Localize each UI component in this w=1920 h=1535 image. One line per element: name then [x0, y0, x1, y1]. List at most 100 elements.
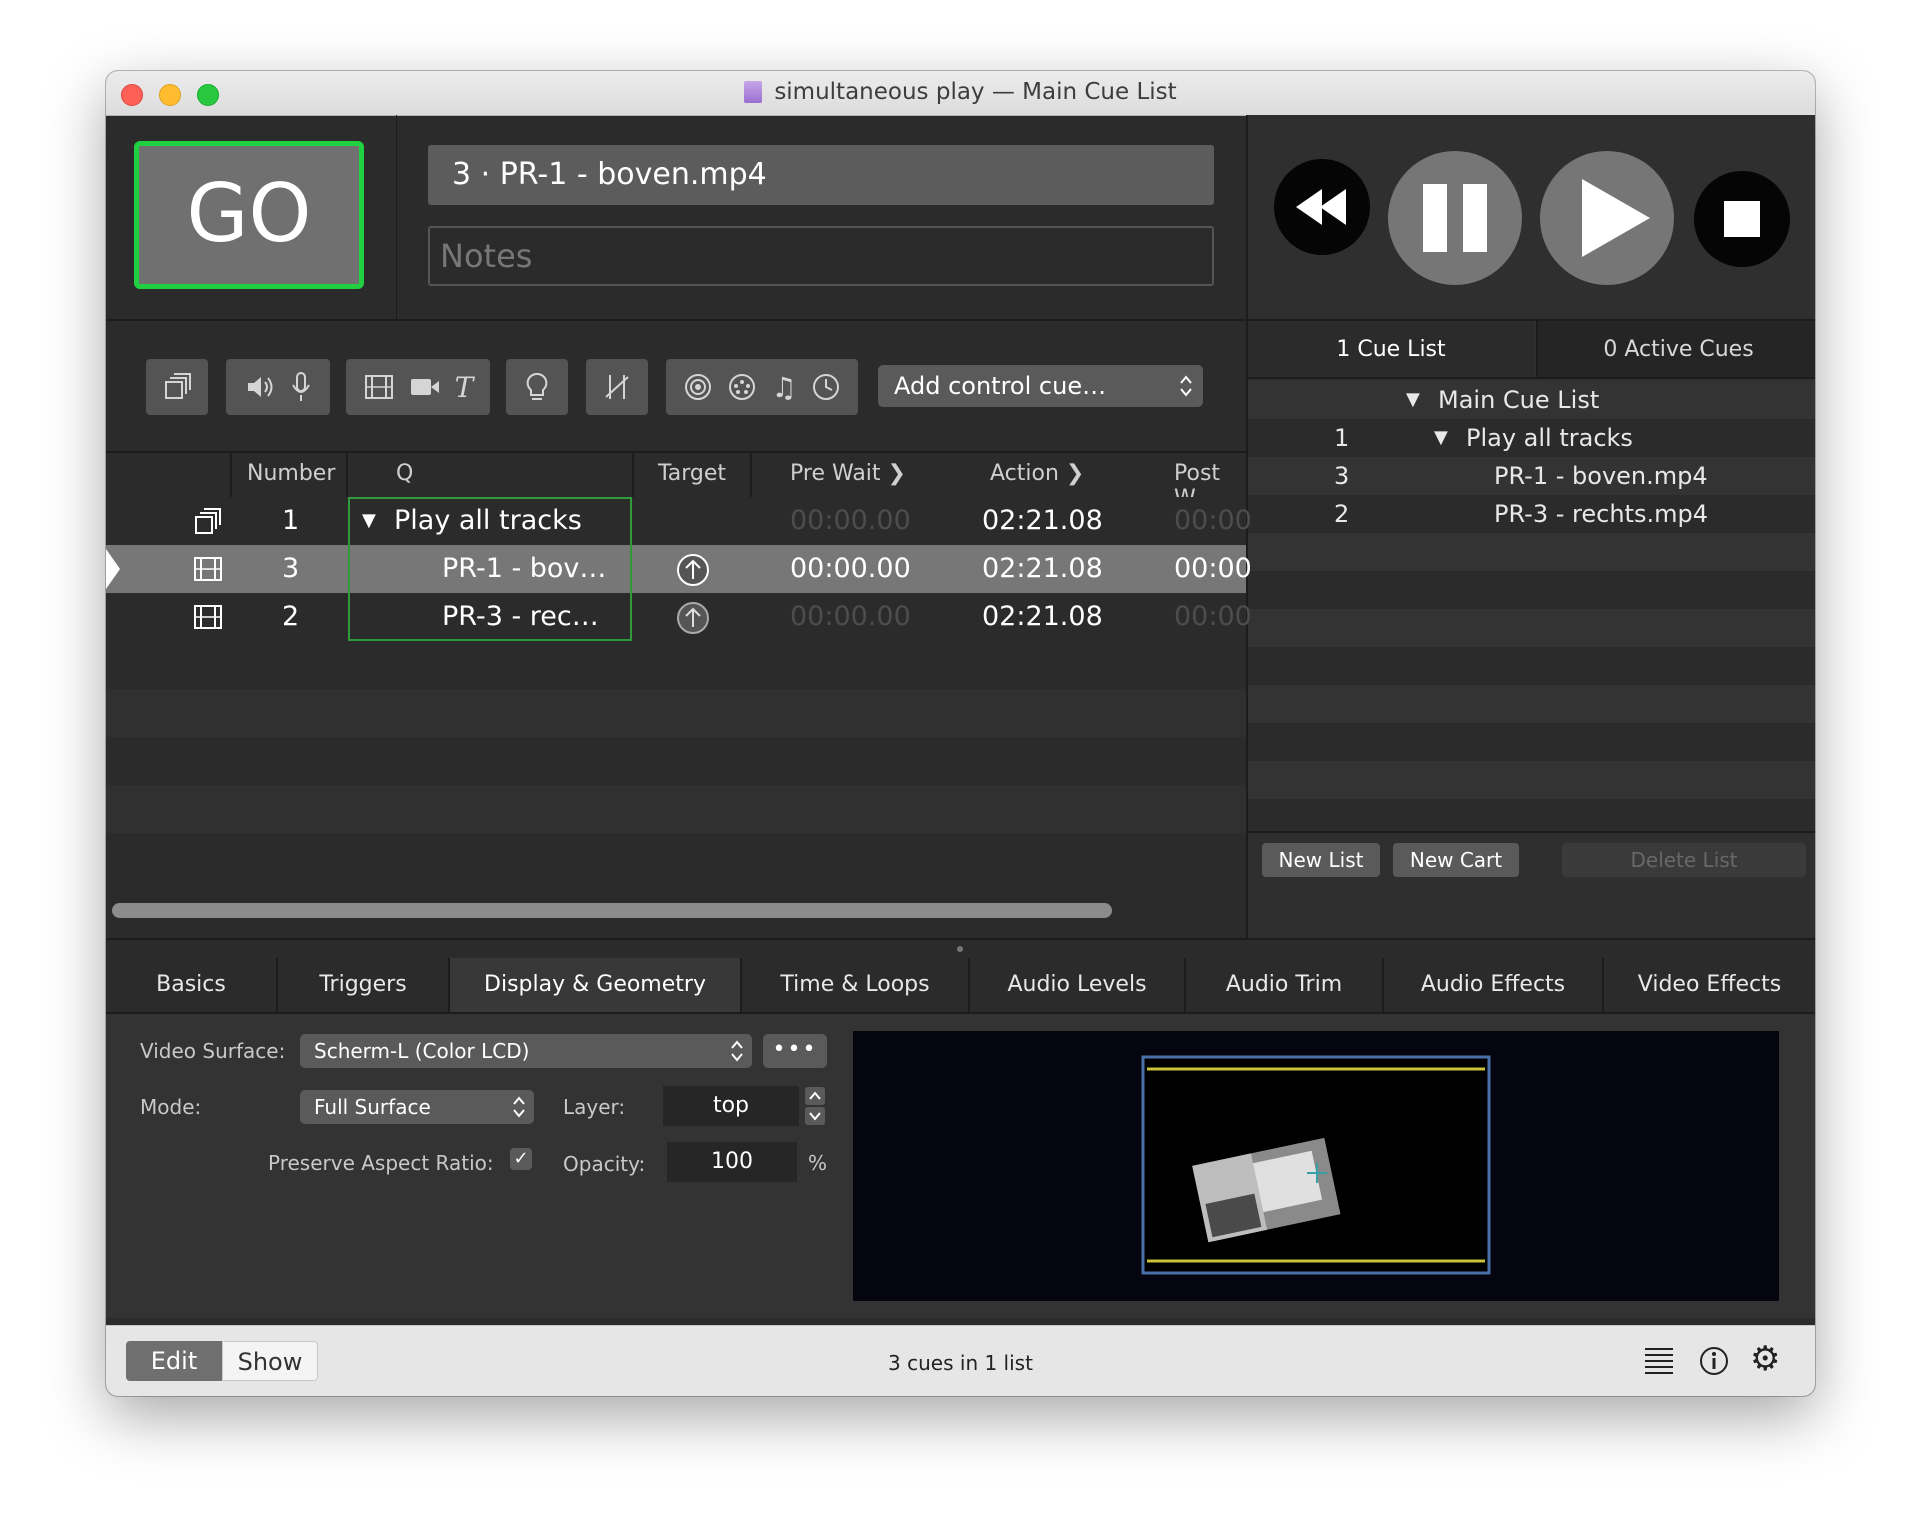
video-surface-preview[interactable] — [853, 1031, 1779, 1301]
list-item-pr1[interactable]: 3 PR-1 - boven.mp4 — [1248, 457, 1815, 495]
cue-count-status: 3 cues in 1 list — [888, 1351, 1033, 1375]
film-icon — [194, 557, 222, 581]
divider — [396, 115, 397, 320]
pause-button[interactable] — [1388, 151, 1522, 285]
tab-basics[interactable]: Basics — [106, 958, 278, 1012]
tab-audio-effects[interactable]: Audio Effects — [1384, 958, 1604, 1012]
new-list-button[interactable]: New List — [1262, 843, 1380, 877]
tab-display-geometry[interactable]: Display & Geometry — [450, 958, 742, 1012]
list-item-play-all[interactable]: 1 ▼ Play all tracks — [1248, 419, 1815, 457]
text-icon[interactable]: T — [455, 371, 474, 404]
mode-popup[interactable]: Full Surface — [300, 1090, 534, 1124]
film-icon[interactable] — [363, 373, 395, 401]
list-item-number: 1 — [1334, 424, 1350, 452]
table-empty-row — [106, 689, 1246, 737]
target-arrow-up-icon[interactable] — [676, 553, 710, 587]
divider — [1248, 377, 1815, 379]
microphone-icon[interactable] — [290, 371, 312, 403]
music-note-icon[interactable]: ♫ — [771, 371, 796, 404]
table-empty-row — [106, 785, 1246, 833]
fade-icon — [605, 375, 629, 399]
cue-row[interactable]: 1 ▼ Play all tracks 00:00.00 02:21.08 00… — [106, 497, 1252, 545]
list-empty-row — [1248, 761, 1815, 799]
info-icon[interactable] — [1698, 1345, 1730, 1377]
column-header-number[interactable]: Number — [247, 461, 335, 486]
tab-cue-lists[interactable]: 1 Cue List — [1248, 321, 1534, 379]
list-empty-row — [1248, 533, 1815, 571]
cue-row[interactable]: 2 PR-3 - rec… 00:00.00 02:21.08 00:00 — [106, 593, 1252, 641]
light-cue-button[interactable] — [506, 359, 568, 415]
list-item-main-cue-list[interactable]: ▼ Main Cue List — [1248, 381, 1815, 419]
fade-cue-button[interactable] — [586, 359, 648, 415]
chevron-right-icon: ❯ — [1065, 461, 1085, 486]
column-header-action[interactable]: Action ❯ — [990, 461, 1084, 486]
add-control-cue-popup[interactable]: Add control cue… — [878, 365, 1203, 407]
document-icon — [744, 81, 763, 103]
disclosure-triangle-icon[interactable]: ▼ — [1434, 419, 1448, 457]
divider — [106, 319, 1246, 321]
tab-audio-trim[interactable]: Audio Trim — [1186, 958, 1384, 1012]
column-header-q[interactable]: Q — [396, 461, 413, 486]
pre-wait-value: 00:00.00 — [790, 553, 911, 584]
video-surface-popup[interactable]: Scherm-L (Color LCD) — [300, 1034, 752, 1068]
new-cart-button[interactable]: New Cart — [1393, 843, 1519, 877]
video-cue-group: T — [346, 359, 490, 415]
mode-label: Mode: — [140, 1095, 202, 1119]
opacity-field[interactable]: 100 — [667, 1142, 797, 1182]
column-header-pre-wait[interactable]: Pre Wait ❯ — [790, 461, 906, 486]
group-icon — [195, 508, 221, 534]
target-arrow-up-icon[interactable] — [676, 601, 710, 635]
list-view-icon[interactable] — [1643, 1346, 1675, 1376]
settings-gear-icon[interactable]: ⚙ — [1750, 1339, 1780, 1379]
chevron-right-icon: ❯ — [887, 461, 906, 486]
play-button[interactable] — [1540, 151, 1674, 285]
layer-stepper-icon[interactable] — [804, 1086, 826, 1126]
tab-active-cues[interactable]: 0 Active Cues — [1536, 321, 1815, 379]
delete-list-button[interactable]: Delete List — [1562, 843, 1806, 877]
cue-table-header: Number Q Target Pre Wait ❯ Action ❯ Post… — [106, 451, 1246, 511]
stop-button[interactable] — [1694, 171, 1790, 267]
list-empty-row — [1248, 647, 1815, 685]
tab-time-loops[interactable]: Time & Loops — [742, 958, 970, 1012]
layer-field[interactable]: top — [663, 1086, 799, 1126]
window-title: simultaneous play — Main Cue List — [106, 79, 1815, 105]
split-view-divider[interactable] — [106, 938, 1815, 960]
tab-triggers[interactable]: Triggers — [278, 958, 450, 1012]
network-icon[interactable] — [683, 372, 713, 402]
action-value: 02:21.08 — [982, 553, 1103, 584]
list-empty-row — [1248, 571, 1815, 609]
midi-icon[interactable] — [727, 372, 757, 402]
popup-stepper-icon — [1180, 375, 1192, 397]
film-icon — [194, 605, 222, 629]
timecode-clock-icon[interactable] — [811, 372, 841, 402]
video-surface-value: Scherm-L (Color LCD) — [314, 1039, 530, 1063]
speaker-icon[interactable] — [244, 372, 276, 402]
camera-icon[interactable] — [409, 375, 441, 399]
splitter-handle[interactable] — [957, 946, 963, 952]
disclosure-triangle-icon[interactable]: ▼ — [1406, 381, 1420, 419]
inspector-tabs: Basics Triggers Display & Geometry Time … — [106, 958, 1815, 1014]
play-icon — [1582, 179, 1650, 257]
rewind-icon — [1296, 189, 1346, 225]
preserve-aspect-checkbox[interactable]: ✓ — [510, 1148, 532, 1170]
horizontal-scrollbar[interactable] — [112, 903, 1112, 918]
cue-row-selected[interactable]: 3 PR-1 - bov… 00:00.00 02:21.08 00:00 — [106, 545, 1252, 593]
list-item-pr3[interactable]: 2 PR-3 - rechts.mp4 — [1248, 495, 1815, 533]
action-value: 02:21.08 — [982, 601, 1103, 632]
column-header-target[interactable]: Target — [658, 461, 726, 486]
pre-wait-label: Pre Wait — [790, 461, 881, 486]
go-button[interactable]: GO — [134, 141, 364, 289]
list-empty-row — [1248, 799, 1815, 831]
tab-video-effects[interactable]: Video Effects — [1604, 958, 1815, 1012]
current-cue-name: 3 · PR-1 - boven.mp4 — [428, 145, 1214, 205]
rewind-button[interactable] — [1274, 159, 1370, 255]
group-cue-button[interactable] — [146, 359, 208, 415]
notes-field[interactable]: Notes — [428, 226, 1214, 286]
tab-audio-levels[interactable]: Audio Levels — [970, 958, 1186, 1012]
post-wait-value: 00:00 — [1174, 505, 1252, 536]
mode-value: Full Surface — [314, 1095, 431, 1119]
popup-stepper-icon — [513, 1096, 525, 1118]
more-options-button[interactable]: ••• — [763, 1034, 827, 1068]
post-wait-value: 00:00 — [1174, 601, 1252, 632]
preserve-aspect-label: Preserve Aspect Ratio: — [268, 1151, 494, 1175]
